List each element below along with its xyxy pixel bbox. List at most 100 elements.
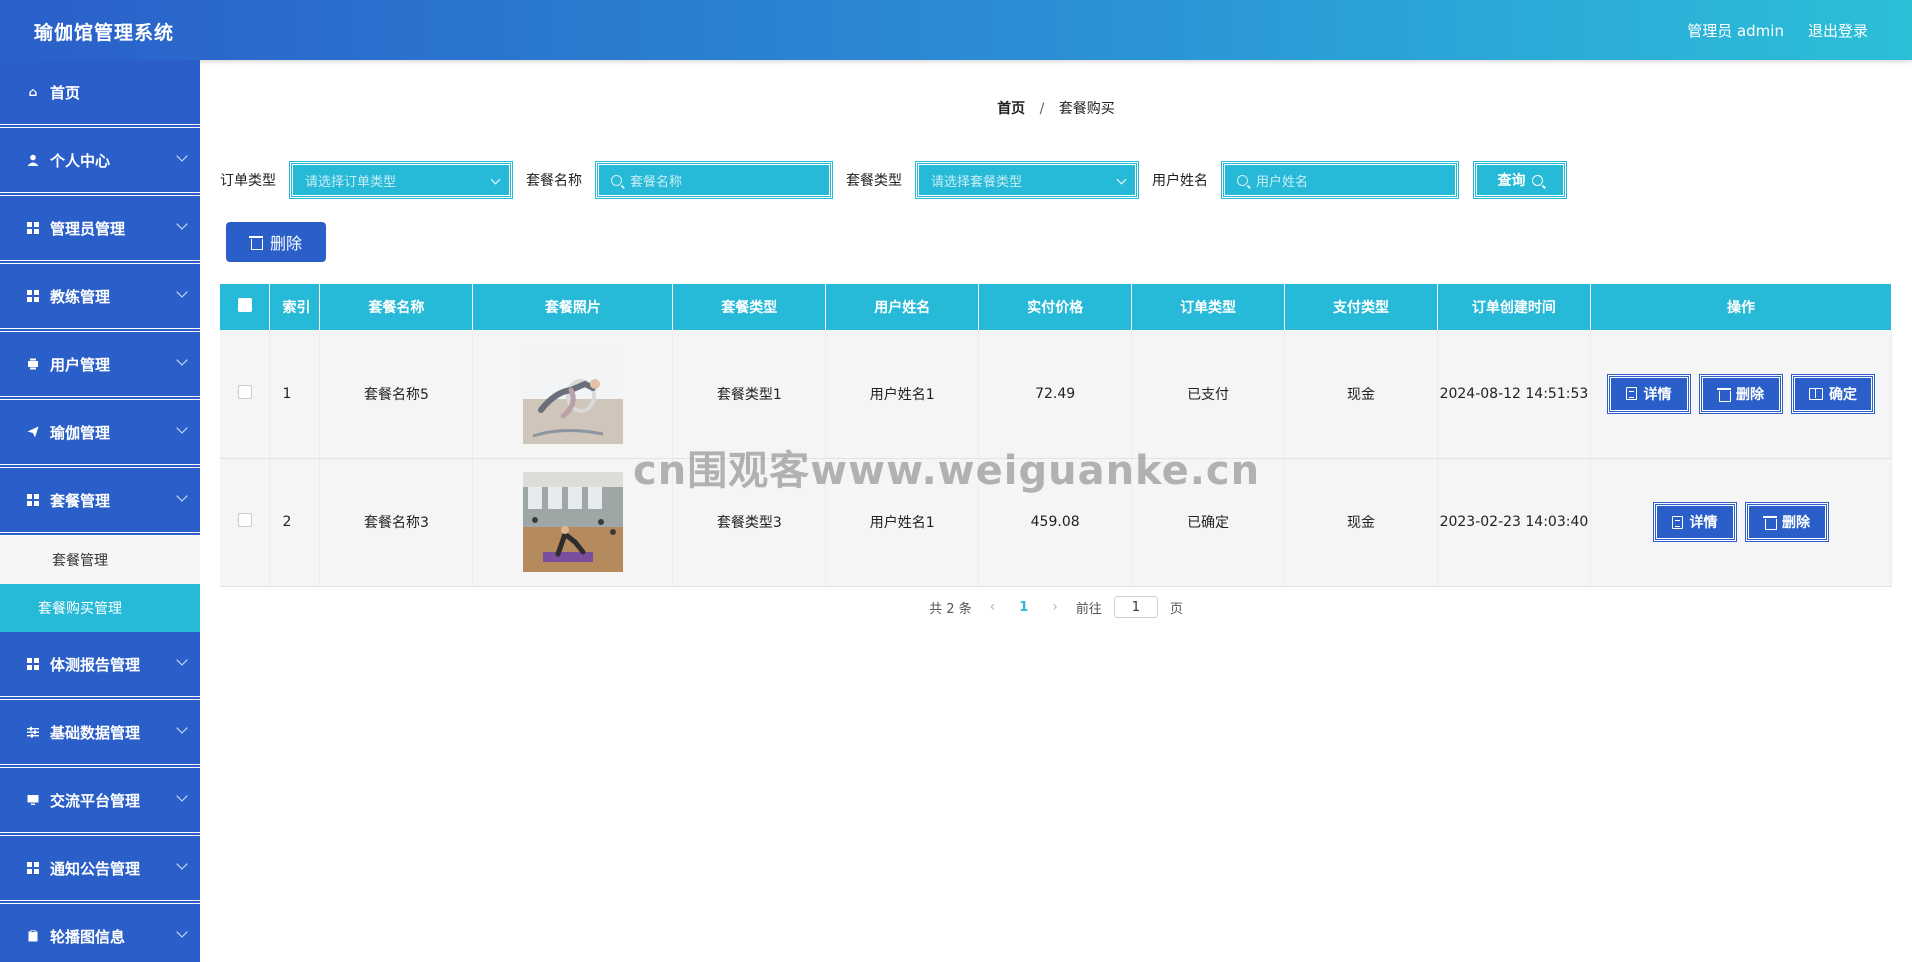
cell-order-type: 已支付 [1131,330,1286,459]
confirm-button[interactable]: 确定 [1790,373,1875,414]
submenu-item-package-management[interactable]: 套餐管理 [0,536,200,584]
monitor-icon [26,793,40,807]
cell-created-time: 2024-08-12 14:51:53 [1437,330,1591,459]
cell-price: 459.08 [978,458,1133,587]
cell-created-time: 2023-02-23 14:03:40 [1437,458,1591,587]
chevron-down-icon [176,858,188,870]
submenu-item-package-purchase[interactable]: 套餐购买管理 [0,584,200,632]
admin-user-label[interactable]: 管理员 admin [1687,20,1784,41]
order-type-placeholder: 请选择订单类型 [305,174,397,190]
package-name-label: 套餐名称 [526,173,582,189]
grid-icon [26,861,40,875]
row-select-cell [220,330,271,459]
cell-actions: 详情 删除 确定 [1590,330,1893,459]
sidebar-item-carousel[interactable]: 轮播图信息 [0,904,200,962]
sidebar-item-personal-center[interactable]: 个人中心 [0,128,200,196]
chevron-down-icon [490,174,501,185]
grid-icon [26,657,40,671]
cell-index: 1 [269,330,321,459]
sidebar-item-label: 交流平台管理 [50,791,141,810]
package-type-select[interactable]: 请选择套餐类型 [915,161,1139,199]
home-icon: ⌂ [28,85,38,99]
sidebar-item-label: 首页 [50,83,81,102]
sidebar-item-label: 管理员管理 [50,219,126,238]
sidebar-item-coach-management[interactable]: 教练管理 [0,264,200,332]
order-type-label: 订单类型 [220,173,276,189]
row-checkbox[interactable] [237,513,252,527]
row-actions: 详情 删除 [1591,502,1891,542]
sidebar-item-user-management[interactable]: 用户管理 [0,332,200,400]
grid-icon [26,493,40,507]
chevron-down-icon [176,354,188,366]
sidebar-item-fitness-report[interactable]: 体测报告管理 [0,632,200,700]
delete-button[interactable]: 删除 [1698,373,1783,414]
chevron-down-icon [176,218,188,230]
logout-link[interactable]: 退出登录 [1808,20,1868,41]
header-user-area: 管理员 admin 退出登录 [1687,20,1868,41]
orders-table: 索引 套餐名称 套餐照片 套餐类型 用户姓名 实付价格 订单类型 支付类型 订单… [220,284,1893,587]
package-photo[interactable] [522,472,623,572]
sidebar-item-package-management[interactable]: 套餐管理 [0,468,200,536]
row-checkbox[interactable] [237,384,252,399]
clipboard-icon [26,929,40,943]
sidebar-item-home[interactable]: ⌂ 首页 [0,60,200,128]
delete-button-label: 删除 [1735,386,1764,403]
cell-pay-type: 现金 [1284,458,1438,587]
search-icon [611,174,622,186]
sidebar-item-yoga-management[interactable]: 瑜伽管理 [0,400,200,468]
select-all-checkbox[interactable] [237,298,252,312]
package-photo[interactable] [522,343,623,444]
sidebar-item-basic-data[interactable]: 基础数据管理 [0,700,200,768]
user-name-label: 用户姓名 [1152,173,1208,189]
document-icon [1672,515,1684,529]
sidebar-item-label: 瑜伽管理 [50,423,111,442]
app-title: 瑜伽馆管理系统 [34,22,175,44]
cell-pay-type: 现金 [1284,330,1438,459]
chevron-down-icon [176,790,188,802]
query-button[interactable]: 查询 [1473,161,1567,199]
cell-package-type: 套餐类型1 [672,330,827,459]
search-icon [1237,174,1248,186]
cell-package-photo [472,458,674,587]
sidebar-item-label: 基础数据管理 [50,723,141,742]
current-page-number[interactable]: 1 [1013,600,1034,615]
detail-button[interactable]: 详情 [1652,502,1737,542]
top-header: 瑜伽馆管理系统 管理员 admin 退出登录 [0,0,1912,60]
trash-icon [248,235,263,250]
sidebar-item-forum[interactable]: 交流平台管理 [0,768,200,836]
column-header: 支付类型 [1284,284,1438,330]
chevron-down-icon [176,422,188,434]
row-actions: 详情 删除 确定 [1591,373,1891,414]
next-page-icon[interactable]: › [1046,599,1064,615]
column-header: 订单类型 [1131,284,1286,330]
chevron-down-icon [176,926,188,938]
search-icon [1531,174,1543,186]
user-name-input[interactable]: 用户姓名 [1221,161,1459,199]
batch-delete-button[interactable]: 删除 [226,222,326,262]
document-icon [1626,387,1638,401]
cell-package-photo [472,330,674,459]
detail-button[interactable]: 详情 [1606,373,1691,414]
sidebar-item-label: 用户管理 [50,355,111,374]
prev-page-icon[interactable]: ‹ [984,599,1002,615]
cell-order-type: 已确定 [1131,458,1286,587]
package-name-placeholder: 套餐名称 [630,174,683,190]
breadcrumb-current: 套餐购买 [1058,101,1115,117]
goto-page-input[interactable] [1113,596,1158,618]
goto-label: 前往 [1075,601,1102,617]
breadcrumb-home[interactable]: 首页 [997,101,1025,117]
chevron-down-icon [176,286,188,298]
cell-actions: 详情 删除 [1590,458,1893,587]
cell-index: 2 [269,458,321,587]
user-icon [26,153,40,167]
sidebar-item-notices[interactable]: 通知公告管理 [0,836,200,904]
sidebar-item-admin-management[interactable]: 管理员管理 [0,196,200,264]
delete-button-label: 删除 [1781,515,1810,531]
query-button-label: 查询 [1497,173,1526,189]
sidebar-item-label: 套餐管理 [50,491,111,510]
filter-bar: 订单类型 请选择订单类型 套餐名称 套餐名称 套餐类型 请选择套餐类型 用户姓名… [220,161,1567,199]
package-name-input[interactable]: 套餐名称 [595,161,833,199]
order-type-select[interactable]: 请选择订单类型 [289,161,513,199]
delete-button[interactable]: 删除 [1744,502,1829,542]
pagination: 共 2 条 ‹ 1 › 前往 页 [200,596,1912,618]
